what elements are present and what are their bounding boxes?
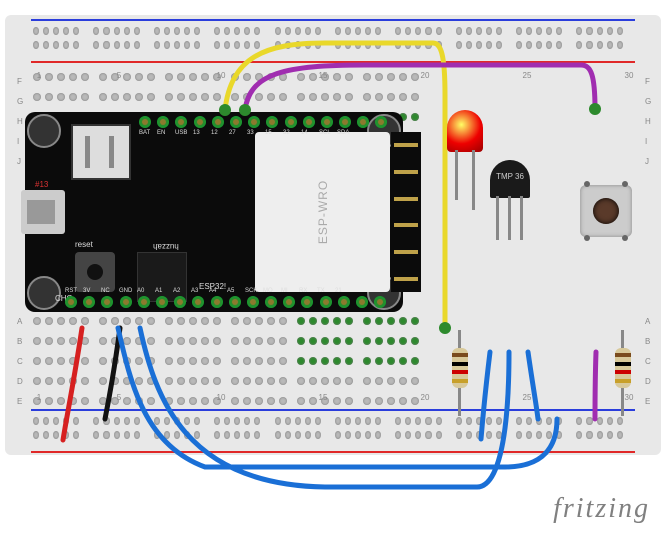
tmp36-leg [508, 196, 511, 240]
mount-hole-icon [27, 276, 61, 310]
mcu-top-pins [139, 116, 387, 128]
top-pos-rail [31, 61, 635, 63]
rf-shield-icon: ESP-WRO [255, 132, 390, 292]
bottom-pos-rail [31, 451, 635, 453]
huzzah-label: huzzah [153, 242, 179, 251]
mcu-bot-pin-labels: RST3VNCGNDA0A1A2A3A4A5SCKMOMIRXTX21 [65, 288, 349, 294]
reset-label: reset [75, 240, 93, 249]
top-rail-row-1 [33, 27, 633, 35]
fritzing-canvas: 115510101515202025253030FFGGHHIIJJAABBCC… [0, 0, 666, 533]
reset-button[interactable] [75, 252, 115, 292]
led-leg [472, 150, 475, 210]
mount-hole-icon [27, 114, 61, 148]
bot-rail-row-2 [33, 431, 633, 439]
red-led [447, 110, 483, 152]
mcu-bot-pins [65, 296, 386, 308]
tmp36-label: TMP 36 [490, 172, 530, 181]
led-13-label: #13 [35, 180, 48, 189]
bottom-power-rails [5, 405, 661, 455]
bot-rail-row-1 [33, 417, 633, 425]
resistor-1k-button [617, 330, 629, 416]
push-button[interactable] [580, 185, 632, 237]
top-rail-row-2 [33, 41, 633, 49]
antenna-icon [391, 132, 421, 292]
micro-usb-icon [21, 190, 65, 234]
mcu-top-pin-labels: BATENUSB13122733153214SCLSDA [139, 130, 351, 136]
bottom-neg-rail [31, 409, 635, 411]
module-label: ESP-WRO [316, 180, 330, 244]
esp32-feather-board: reset #13 CHG huzzah ESP32! ESP-WRO BATE… [25, 112, 403, 312]
tmp36-leg [520, 196, 523, 240]
led-leg [455, 150, 458, 200]
tmp36-leg [496, 196, 499, 240]
resistor-1k-led [454, 330, 466, 416]
jst-connector-icon [71, 124, 131, 180]
fritzing-logo: fritzing [553, 493, 650, 525]
tmp36-sensor: TMP 36 [490, 160, 530, 198]
led-bulb-icon [447, 110, 483, 152]
to92-body-icon: TMP 36 [490, 160, 530, 198]
top-power-rails [5, 15, 661, 65]
qfn-chip-icon [137, 252, 187, 302]
top-neg-rail [31, 19, 635, 21]
